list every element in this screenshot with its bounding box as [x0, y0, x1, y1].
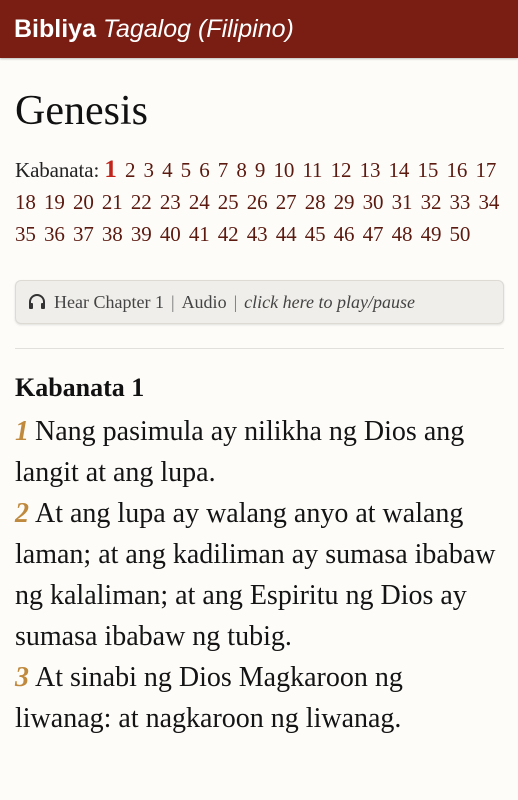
chapter-link-23[interactable]: 23 — [160, 190, 181, 214]
chapter-link-37[interactable]: 37 — [73, 222, 94, 246]
chapter-link-48[interactable]: 48 — [392, 222, 413, 246]
chapter-link-18[interactable]: 18 — [15, 190, 36, 214]
verse-text-1: Nang pasimula ay nilikha ng Dios ang lan… — [15, 416, 465, 489]
verse-number: 3 — [15, 662, 29, 694]
chapter-link-45[interactable]: 45 — [305, 222, 326, 246]
chapter-link-44[interactable]: 44 — [276, 222, 297, 246]
chapter-link-47[interactable]: 47 — [363, 222, 384, 246]
book-title: Genesis — [15, 88, 148, 134]
chapter-link-46[interactable]: 46 — [334, 222, 355, 246]
chapter-link-17[interactable]: 17 — [475, 158, 496, 182]
chapter-link-15[interactable]: 15 — [418, 158, 439, 182]
audio-player-bar[interactable]: Hear Chapter 1 | Audio | click here to p… — [15, 280, 504, 325]
play-pause-button[interactable]: click here to play/pause — [244, 292, 415, 313]
chapter-link-38[interactable]: 38 — [102, 222, 123, 246]
chapter-link-9[interactable]: 9 — [255, 158, 266, 182]
chapter-link-3[interactable]: 3 — [144, 158, 155, 182]
chapter-link-19[interactable]: 19 — [44, 190, 65, 214]
chapter-link-16[interactable]: 16 — [446, 158, 467, 182]
chapter-link-43[interactable]: 43 — [247, 222, 268, 246]
chapter-link-25[interactable]: 25 — [218, 190, 239, 214]
chapter-link-24[interactable]: 24 — [189, 190, 210, 214]
chapter-link-14[interactable]: 14 — [389, 158, 410, 182]
chapter-link-39[interactable]: 39 — [131, 222, 152, 246]
chapter-link-36[interactable]: 36 — [44, 222, 65, 246]
chapter-heading: Kabanata 1 — [15, 373, 145, 403]
chapter-link-35[interactable]: 35 — [15, 222, 36, 246]
separator: | — [233, 291, 238, 312]
chapter-link-8[interactable]: 8 — [236, 158, 247, 182]
app-header: Bibliya Tagalog (Filipino) — [0, 0, 518, 58]
language-label: Tagalog (Filipino) — [102, 14, 294, 43]
chapter-link-1[interactable]: 1 — [104, 156, 117, 183]
chapter-navigation: Kabanata: 1 2 3 4 5 6 7 8 9 10 11 12 13 … — [15, 154, 504, 250]
chapter-link-21[interactable]: 21 — [102, 190, 123, 214]
chapter-link-41[interactable]: 41 — [189, 222, 210, 246]
verse-text-2: At ang lupa ay walang anyo at walang lam… — [15, 498, 496, 653]
verse-text: 1 Nang pasimula ay nilikha ng Dios ang la… — [15, 411, 504, 739]
chapter-link-29[interactable]: 29 — [334, 190, 355, 214]
chapter-link-12[interactable]: 12 — [331, 158, 352, 182]
chapter-link-31[interactable]: 31 — [392, 190, 413, 214]
verse-number: 2 — [15, 498, 29, 530]
chapter-link-32[interactable]: 32 — [421, 190, 442, 214]
app-title[interactable]: Bibliya — [14, 15, 96, 44]
hear-chapter-label: Hear Chapter 1 — [54, 291, 164, 312]
chapter-link-22[interactable]: 22 — [131, 190, 152, 214]
divider — [15, 348, 504, 350]
chapter-link-49[interactable]: 49 — [421, 222, 442, 246]
chapter-link-7[interactable]: 7 — [218, 158, 229, 182]
chapter-label: Kabanata: — [15, 158, 100, 183]
chapter-link-11[interactable]: 11 — [302, 158, 322, 182]
chapter-link-13[interactable]: 13 — [360, 158, 381, 182]
chapter-link-50[interactable]: 50 — [450, 222, 471, 246]
main-content: Genesis Kabanata: 1 2 3 4 5 6 7 8 9 10 1… — [0, 88, 518, 739]
chapter-link-42[interactable]: 42 — [218, 222, 239, 246]
chapter-link-28[interactable]: 28 — [305, 190, 326, 214]
chapter-link-40[interactable]: 40 — [160, 222, 181, 246]
chapter-link-30[interactable]: 30 — [363, 190, 384, 214]
verse-number: 1 — [15, 416, 29, 448]
chapter-link-4[interactable]: 4 — [162, 158, 173, 182]
audio-label: Audio — [181, 291, 227, 312]
chapter-link-2[interactable]: 2 — [125, 158, 136, 182]
chapter-link-33[interactable]: 33 — [450, 190, 471, 214]
chapter-link-6[interactable]: 6 — [199, 158, 210, 182]
verse-text-3: At sinabi ng Dios Magkaroon ng liwanag: … — [15, 662, 403, 735]
chapter-link-27[interactable]: 27 — [276, 190, 297, 214]
chapter-link-5[interactable]: 5 — [181, 158, 192, 182]
headphones-icon — [28, 294, 46, 310]
chapter-link-20[interactable]: 20 — [73, 190, 94, 214]
chapter-link-10[interactable]: 10 — [273, 158, 294, 182]
chapter-link-34[interactable]: 34 — [479, 190, 500, 214]
chapter-link-26[interactable]: 26 — [247, 190, 268, 214]
separator: | — [170, 291, 175, 312]
